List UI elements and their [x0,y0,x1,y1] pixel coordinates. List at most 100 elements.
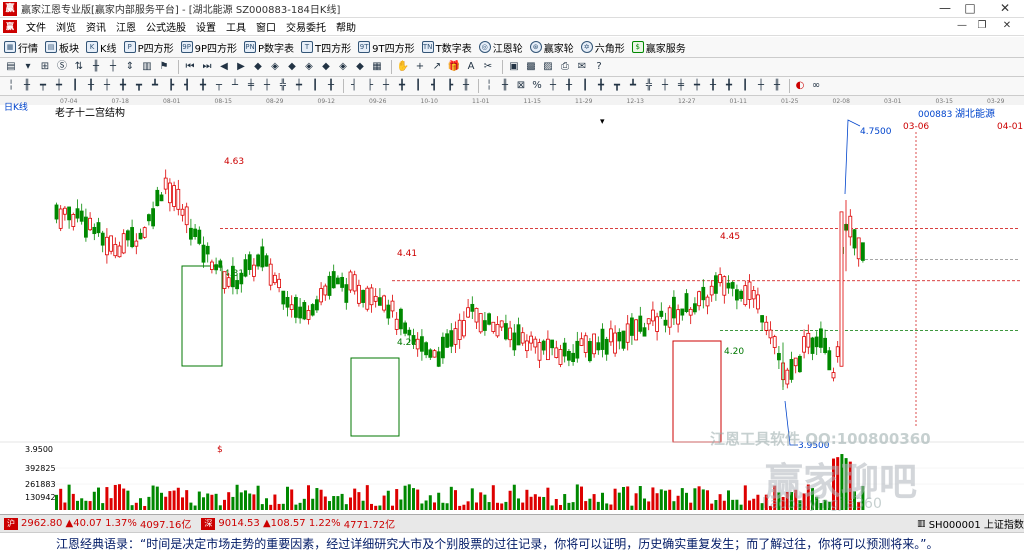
kline-chart[interactable]: 07-04 07-18 08-01 08-15 08-29 09-12 09-26 10-10… [0,96,1024,514]
tool-ab-icon[interactable]: ┣ [443,79,457,93]
mail-icon[interactable]: ✉ [575,60,589,74]
tool-as-icon[interactable]: ┼ [754,79,768,93]
indicator-icon[interactable]: Ⓢ [55,60,69,74]
help-icon[interactable]: ? [592,60,606,74]
t-table-button[interactable]: TN T数字表 [421,40,472,55]
tool-ar-icon[interactable]: ┃ [738,79,752,93]
menu-trade[interactable]: 交易委托 [281,19,331,34]
trend-icon[interactable]: ↗ [430,60,444,74]
tool-al-icon[interactable]: ╬ [642,79,656,93]
volume-icon[interactable]: ▥ [140,60,154,74]
text-icon[interactable]: A [464,60,478,74]
print-icon[interactable]: ⎙ [558,60,572,74]
tool-ae-icon[interactable]: ╫ [498,79,512,93]
tool-r-icon[interactable]: ╬ [276,79,290,93]
infinity-icon[interactable]: ∞ [809,79,823,93]
tool-o-icon[interactable]: ┴ [228,79,242,93]
next-icon[interactable]: ⏭ [200,60,214,74]
percent-icon[interactable]: % [530,79,544,93]
tool-aj-icon[interactable]: ┳ [610,79,624,93]
diamond7-icon[interactable]: ◆ [353,60,367,74]
tool-ai-icon[interactable]: ╋ [594,79,608,93]
tool-ag-icon[interactable]: ╂ [562,79,576,93]
zoom-icon[interactable]: ⊠ [514,79,528,93]
tool-at-icon[interactable]: ╫ [770,79,784,93]
layout-icon[interactable]: ▤ [4,60,18,74]
child-minimize-button[interactable]: — [955,19,969,33]
index-selector[interactable]: ▥ SH000001 上证指数 [917,516,1024,532]
bars-icon[interactable]: ┼ [106,60,120,74]
delete-icon[interactable]: ✂ [481,60,495,74]
calc-icon[interactable]: ▣ [507,60,521,74]
maximize-button[interactable]: □ [955,0,985,18]
sh-index-segment[interactable]: 沪 2962.80 ▲40.07 1.37% 4097.16亿 [4,516,191,531]
tool-ak-icon[interactable]: ┻ [626,79,640,93]
tool-h-icon[interactable]: ╋ [116,79,130,93]
play-icon[interactable]: ▶ [234,60,248,74]
tool-l-icon[interactable]: ┫ [180,79,194,93]
tool-x-icon[interactable]: ┼ [379,79,393,93]
line-icon[interactable]: ⇕ [123,60,137,74]
diamond1-icon[interactable]: ◆ [251,60,265,74]
tool-aq-icon[interactable]: ╋ [722,79,736,93]
p-square-button[interactable]: P P四方形 [123,40,174,55]
tool-q-icon[interactable]: ┼ [260,79,274,93]
gann-wheel-button[interactable]: ◎ 江恩轮 [478,40,523,55]
service-button[interactable]: $ 赢家服务 [631,40,686,55]
tool-p-icon[interactable]: ╪ [244,79,258,93]
chart-type-icon[interactable]: ⊞ [38,60,52,74]
tool-i-icon[interactable]: ┳ [132,79,146,93]
child-close-button[interactable]: ✕ [1000,19,1014,33]
sector-button[interactable]: ▤ 板块 [45,40,79,55]
tool-c-icon[interactable]: ┯ [36,79,50,93]
tool-ac-icon[interactable]: ╫ [459,79,473,93]
tool-ao-icon[interactable]: ┿ [690,79,704,93]
menu-browse[interactable]: 浏览 [51,19,81,34]
child-restore-button[interactable]: ❐ [975,19,989,33]
tool-z-icon[interactable]: ┃ [411,79,425,93]
grid-lines-icon[interactable]: ▦ [370,60,384,74]
hexagon-button[interactable]: ✡ 六角形 [580,40,625,55]
candles-icon[interactable]: ╫ [89,60,103,74]
tool-t-icon[interactable]: ┃ [308,79,322,93]
menu-formula[interactable]: 公式选股 [141,19,191,34]
tool-v-icon[interactable]: ┤ [347,79,361,93]
tool-y-icon[interactable]: ╋ [395,79,409,93]
menu-file[interactable]: 文件 [21,19,51,34]
open-icon[interactable]: ▨ [541,60,555,74]
dropdown-icon[interactable]: ▾ [21,60,35,74]
tool-an-icon[interactable]: ╪ [674,79,688,93]
tool-ap-icon[interactable]: ╂ [706,79,720,93]
tool-ad-icon[interactable]: ╎ [482,79,496,93]
diamond2-icon[interactable]: ◈ [268,60,282,74]
tool-e-icon[interactable]: ┃ [68,79,82,93]
color-icon[interactable]: ◐ [793,79,807,93]
menu-help[interactable]: 帮助 [331,19,361,34]
diamond4-icon[interactable]: ◈ [302,60,316,74]
menu-info[interactable]: 资讯 [81,19,111,34]
tool-b-icon[interactable]: ╫ [20,79,34,93]
diamond6-icon[interactable]: ◈ [336,60,350,74]
tool-s-icon[interactable]: ┿ [292,79,306,93]
p-table-button[interactable]: PN P数字表 [244,40,294,55]
diamond3-icon[interactable]: ◆ [285,60,299,74]
quote-button[interactable]: ▦ 行情 [4,40,38,55]
sort-icon[interactable]: ⇅ [72,60,86,74]
t-square-button[interactable]: T T四方形 [301,40,351,55]
menu-window[interactable]: 窗口 [251,19,281,34]
cross-icon[interactable]: + [413,60,427,74]
9t-square-button[interactable]: 9T 9T四方形 [358,40,415,55]
tool-d-icon[interactable]: ┿ [52,79,66,93]
tool-g-icon[interactable]: ┼ [100,79,114,93]
menu-gann[interactable]: 江恩 [111,19,141,34]
disk-icon[interactable]: ▩ [524,60,538,74]
tool-ah-icon[interactable]: ┃ [578,79,592,93]
diamond5-icon[interactable]: ◆ [319,60,333,74]
hand-icon[interactable]: ✋ [396,60,410,74]
tool-n-icon[interactable]: ┬ [212,79,226,93]
menu-settings[interactable]: 设置 [191,19,221,34]
tool-w-icon[interactable]: ├ [363,79,377,93]
first-icon[interactable]: ⏮ [183,60,197,74]
tool-m-icon[interactable]: ╋ [196,79,210,93]
prev-icon[interactable]: ◀ [217,60,231,74]
